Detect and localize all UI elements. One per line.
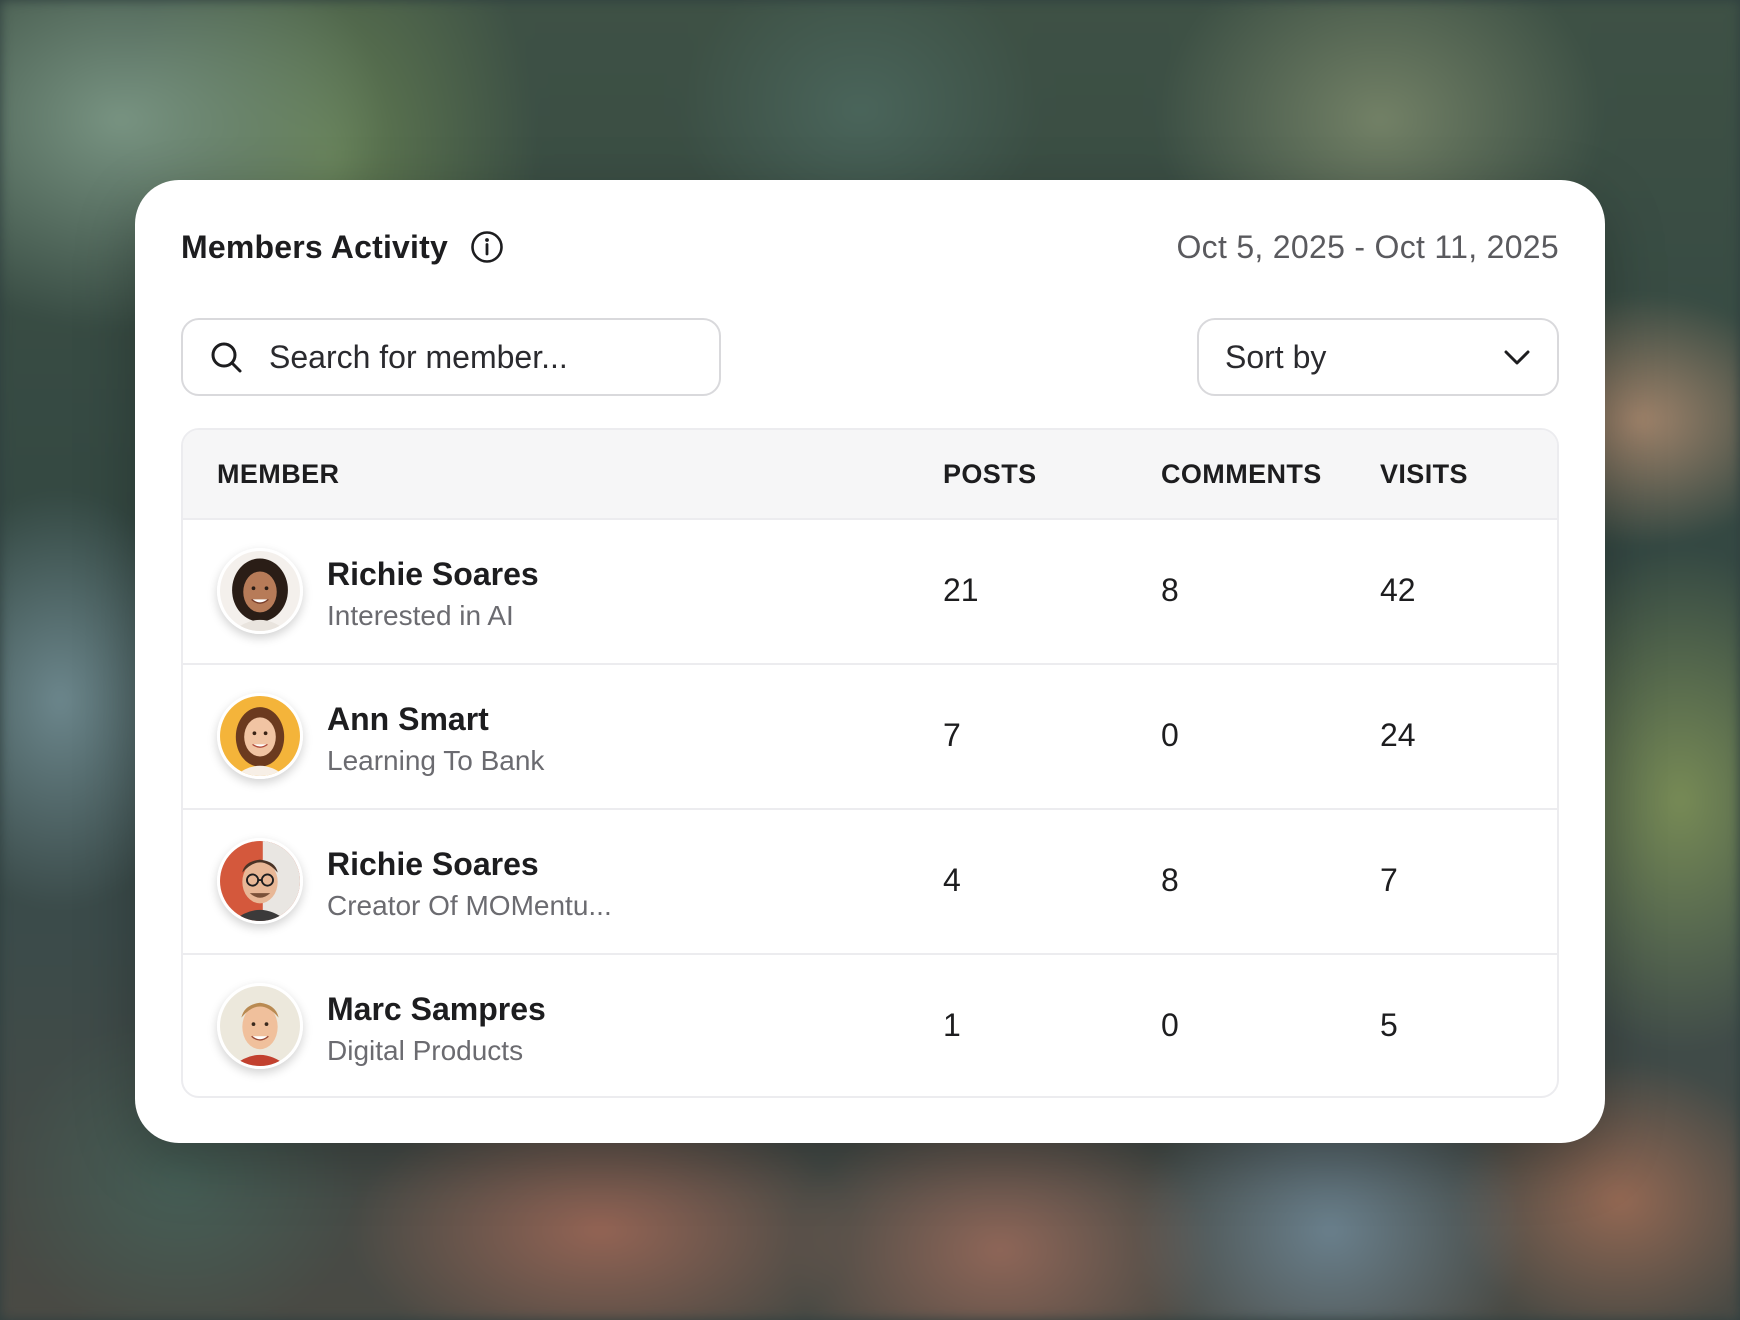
- members-activity-card: Members Activity Oct 5, 2025 - Oct 11, 2…: [135, 180, 1605, 1143]
- info-icon[interactable]: [470, 230, 504, 264]
- member-subtitle: Digital Products: [327, 1035, 524, 1066]
- avatar[interactable]: [217, 983, 303, 1069]
- search-icon: [209, 340, 243, 374]
- table-row[interactable]: Richie Soares Creator Of MOMentu... 4 8 …: [183, 810, 1557, 955]
- card-title: Members Activity: [181, 228, 448, 265]
- column-header-posts[interactable]: POSTS: [943, 430, 1037, 518]
- member-subtitle: Learning To Bank: [327, 745, 545, 776]
- comments-count: 8: [1161, 862, 1179, 898]
- visits-count: 24: [1380, 717, 1416, 753]
- column-header-visits[interactable]: VISITS: [1380, 430, 1468, 518]
- posts-count: 21: [943, 572, 979, 608]
- sort-by-label: Sort by: [1225, 338, 1327, 375]
- member-name: Richie Soares: [327, 556, 539, 592]
- sort-by-dropdown[interactable]: Sort by: [1197, 318, 1559, 396]
- table-row[interactable]: Ann Smart Learning To Bank 7 0 24: [183, 665, 1557, 810]
- table-header: MEMBER POSTS COMMENTS VISITS: [183, 430, 1557, 520]
- chevron-down-icon: [1501, 341, 1533, 373]
- comments-count: 0: [1161, 717, 1179, 753]
- avatar[interactable]: [217, 693, 303, 779]
- member-subtitle: Interested in AI: [327, 600, 514, 631]
- members-table: MEMBER POSTS COMMENTS VISITS Richie Soar…: [181, 428, 1559, 1098]
- member-name: Marc Sampres: [327, 991, 546, 1027]
- posts-count: 1: [943, 1007, 961, 1043]
- card-header: Members Activity Oct 5, 2025 - Oct 11, 2…: [181, 222, 1559, 272]
- search-box[interactable]: [181, 318, 721, 396]
- posts-count: 4: [943, 862, 961, 898]
- table-row[interactable]: Marc Sampres Digital Products 1 0 5: [183, 955, 1557, 1096]
- title-group: Members Activity: [181, 229, 504, 266]
- member-name: Ann Smart: [327, 701, 489, 737]
- member-name: Richie Soares: [327, 846, 539, 882]
- controls-bar: Sort by: [181, 318, 1559, 400]
- visits-count: 42: [1380, 572, 1416, 608]
- date-range: Oct 5, 2025 - Oct 11, 2025: [1176, 228, 1559, 265]
- column-header-member[interactable]: MEMBER: [217, 430, 339, 518]
- table-row[interactable]: Richie Soares Interested in AI 21 8 42: [183, 520, 1557, 665]
- member-subtitle: Creator Of MOMentu...: [327, 890, 612, 921]
- avatar[interactable]: [217, 548, 303, 634]
- column-header-comments[interactable]: COMMENTS: [1161, 430, 1322, 518]
- search-input[interactable]: [269, 338, 689, 376]
- avatar[interactable]: [217, 838, 303, 924]
- visits-count: 5: [1380, 1007, 1398, 1043]
- visits-count: 7: [1380, 862, 1398, 898]
- posts-count: 7: [943, 717, 961, 753]
- comments-count: 0: [1161, 1007, 1179, 1043]
- comments-count: 8: [1161, 572, 1179, 608]
